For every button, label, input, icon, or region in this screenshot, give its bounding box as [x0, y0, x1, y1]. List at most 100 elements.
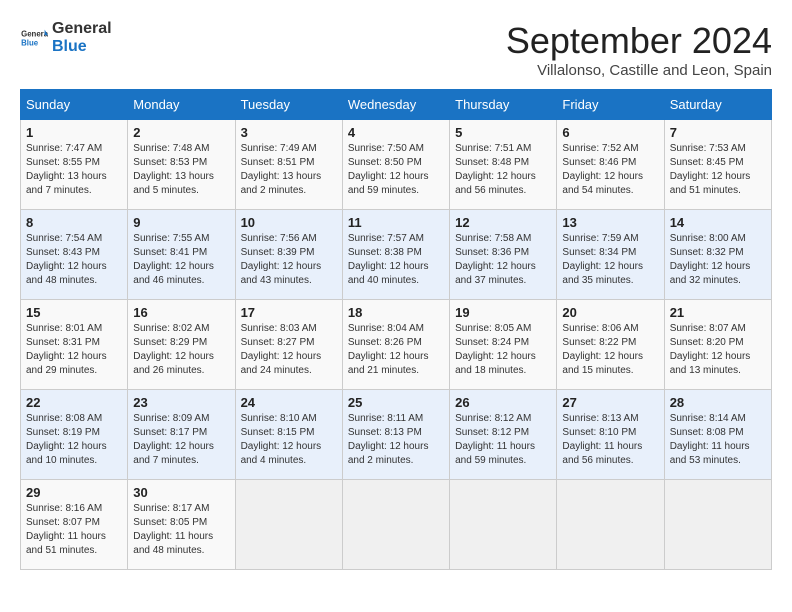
calendar-header-row: Sunday Monday Tuesday Wednesday Thursday…: [21, 90, 772, 120]
day-number: 20: [562, 305, 658, 320]
table-cell: [235, 480, 342, 570]
logo: General Blue General Blue: [20, 20, 112, 55]
day-info: Sunrise: 8:03 AMSunset: 8:27 PMDaylight:…: [241, 322, 337, 378]
day-info: Sunrise: 8:09 AMSunset: 8:17 PMDaylight:…: [133, 412, 229, 468]
day-info: Sunrise: 7:49 AMSunset: 8:51 PMDaylight:…: [241, 142, 337, 198]
calendar-week-5: 29 Sunrise: 8:16 AMSunset: 8:07 PMDayligh…: [21, 480, 772, 570]
table-cell: 26 Sunrise: 8:12 AMSunset: 8:12 PMDayligh…: [450, 390, 557, 480]
day-info: Sunrise: 7:56 AMSunset: 8:39 PMDaylight:…: [241, 232, 337, 288]
table-cell: 21 Sunrise: 8:07 AMSunset: 8:20 PMDayligh…: [664, 300, 771, 390]
day-info: Sunrise: 8:07 AMSunset: 8:20 PMDaylight:…: [670, 322, 766, 378]
table-cell: 12 Sunrise: 7:58 AMSunset: 8:36 PMDayligh…: [450, 210, 557, 300]
day-number: 29: [26, 485, 122, 500]
day-info: Sunrise: 8:10 AMSunset: 8:15 PMDaylight:…: [241, 412, 337, 468]
day-info: Sunrise: 8:14 AMSunset: 8:08 PMDaylight:…: [670, 412, 766, 468]
table-cell: 15 Sunrise: 8:01 AMSunset: 8:31 PMDayligh…: [21, 300, 128, 390]
table-cell: 30 Sunrise: 8:17 AMSunset: 8:05 PMDayligh…: [128, 480, 235, 570]
day-info: Sunrise: 7:53 AMSunset: 8:45 PMDaylight:…: [670, 142, 766, 198]
day-number: 17: [241, 305, 337, 320]
day-info: Sunrise: 8:01 AMSunset: 8:31 PMDaylight:…: [26, 322, 122, 378]
title-section: September 2024 Villalonso, Castille and …: [506, 20, 772, 79]
calendar-week-4: 22 Sunrise: 8:08 AMSunset: 8:19 PMDayligh…: [21, 390, 772, 480]
table-cell: 29 Sunrise: 8:16 AMSunset: 8:07 PMDayligh…: [21, 480, 128, 570]
day-number: 8: [26, 215, 122, 230]
calendar-week-2: 8Sunrise: 7:54 AMSunset: 8:43 PMDaylight…: [21, 210, 772, 300]
table-cell: 13 Sunrise: 7:59 AMSunset: 8:34 PMDayligh…: [557, 210, 664, 300]
col-saturday: Saturday: [664, 90, 771, 120]
table-cell: 16Sunrise: 8:02 AMSunset: 8:29 PMDayligh…: [128, 300, 235, 390]
svg-text:General: General: [21, 29, 48, 38]
day-info: Sunrise: 8:11 AMSunset: 8:13 PMDaylight:…: [348, 412, 444, 468]
day-number: 18: [348, 305, 444, 320]
svg-text:Blue: Blue: [21, 38, 39, 47]
logo-general: General: [52, 20, 112, 38]
day-number: 1: [26, 125, 122, 140]
day-number: 4: [348, 125, 444, 140]
calendar-week-3: 15 Sunrise: 8:01 AMSunset: 8:31 PMDayligh…: [21, 300, 772, 390]
day-info: Sunrise: 8:06 AMSunset: 8:22 PMDaylight:…: [562, 322, 658, 378]
day-info: Sunrise: 7:58 AMSunset: 8:36 PMDaylight:…: [455, 232, 551, 288]
day-number: 6: [562, 125, 658, 140]
day-number: 15: [26, 305, 122, 320]
day-info: Sunrise: 7:50 AMSunset: 8:50 PMDaylight:…: [348, 142, 444, 198]
table-cell: 4 Sunrise: 7:50 AMSunset: 8:50 PMDaylight…: [342, 120, 449, 210]
day-info: Sunrise: 7:51 AMSunset: 8:48 PMDaylight:…: [455, 142, 551, 198]
table-cell: [450, 480, 557, 570]
day-number: 22: [26, 395, 122, 410]
location-title: Villalonso, Castille and Leon, Spain: [506, 62, 772, 79]
table-cell: [342, 480, 449, 570]
day-info: Sunrise: 7:57 AMSunset: 8:38 PMDaylight:…: [348, 232, 444, 288]
day-info: Sunrise: 7:48 AMSunset: 8:53 PMDaylight:…: [133, 142, 229, 198]
col-thursday: Thursday: [450, 90, 557, 120]
day-number: 21: [670, 305, 766, 320]
day-number: 26: [455, 395, 551, 410]
day-number: 19: [455, 305, 551, 320]
day-info: Sunrise: 7:52 AMSunset: 8:46 PMDaylight:…: [562, 142, 658, 198]
table-cell: [664, 480, 771, 570]
day-number: 2: [133, 125, 229, 140]
table-cell: 22 Sunrise: 8:08 AMSunset: 8:19 PMDayligh…: [21, 390, 128, 480]
day-number: 14: [670, 215, 766, 230]
table-cell: 5 Sunrise: 7:51 AMSunset: 8:48 PMDaylight…: [450, 120, 557, 210]
table-cell: 28 Sunrise: 8:14 AMSunset: 8:08 PMDayligh…: [664, 390, 771, 480]
calendar-table: Sunday Monday Tuesday Wednesday Thursday…: [20, 89, 772, 570]
table-cell: 14 Sunrise: 8:00 AMSunset: 8:32 PMDayligh…: [664, 210, 771, 300]
day-number: 28: [670, 395, 766, 410]
day-number: 24: [241, 395, 337, 410]
month-title: September 2024: [506, 20, 772, 62]
table-cell: [557, 480, 664, 570]
day-number: 3: [241, 125, 337, 140]
table-cell: 1Sunrise: 7:47 AMSunset: 8:55 PMDaylight…: [21, 120, 128, 210]
col-sunday: Sunday: [21, 90, 128, 120]
page-header: General Blue General Blue September 2024…: [20, 20, 772, 79]
day-number: 30: [133, 485, 229, 500]
table-cell: 3 Sunrise: 7:49 AMSunset: 8:51 PMDaylight…: [235, 120, 342, 210]
table-cell: 23Sunrise: 8:09 AMSunset: 8:17 PMDayligh…: [128, 390, 235, 480]
day-number: 10: [241, 215, 337, 230]
table-cell: 17 Sunrise: 8:03 AMSunset: 8:27 PMDayligh…: [235, 300, 342, 390]
logo-icon: General Blue: [20, 24, 48, 52]
table-cell: 27Sunrise: 8:13 AMSunset: 8:10 PMDayligh…: [557, 390, 664, 480]
col-wednesday: Wednesday: [342, 90, 449, 120]
col-monday: Monday: [128, 90, 235, 120]
day-number: 9: [133, 215, 229, 230]
day-number: 5: [455, 125, 551, 140]
day-number: 16: [133, 305, 229, 320]
day-info: Sunrise: 7:59 AMSunset: 8:34 PMDaylight:…: [562, 232, 658, 288]
table-cell: 20 Sunrise: 8:06 AMSunset: 8:22 PMDayligh…: [557, 300, 664, 390]
day-info: Sunrise: 8:16 AMSunset: 8:07 PMDaylight:…: [26, 502, 122, 558]
day-info: Sunrise: 8:00 AMSunset: 8:32 PMDaylight:…: [670, 232, 766, 288]
day-number: 13: [562, 215, 658, 230]
table-cell: 9 Sunrise: 7:55 AMSunset: 8:41 PMDaylight…: [128, 210, 235, 300]
day-info: Sunrise: 8:17 AMSunset: 8:05 PMDaylight:…: [133, 502, 229, 558]
day-info: Sunrise: 8:08 AMSunset: 8:19 PMDaylight:…: [26, 412, 122, 468]
table-cell: 6 Sunrise: 7:52 AMSunset: 8:46 PMDaylight…: [557, 120, 664, 210]
day-info: Sunrise: 8:12 AMSunset: 8:12 PMDaylight:…: [455, 412, 551, 468]
day-info: Sunrise: 7:55 AMSunset: 8:41 PMDaylight:…: [133, 232, 229, 288]
day-number: 12: [455, 215, 551, 230]
table-cell: 8Sunrise: 7:54 AMSunset: 8:43 PMDaylight…: [21, 210, 128, 300]
day-number: 11: [348, 215, 444, 230]
calendar-week-1: 1Sunrise: 7:47 AMSunset: 8:55 PMDaylight…: [21, 120, 772, 210]
day-number: 27: [562, 395, 658, 410]
day-number: 25: [348, 395, 444, 410]
